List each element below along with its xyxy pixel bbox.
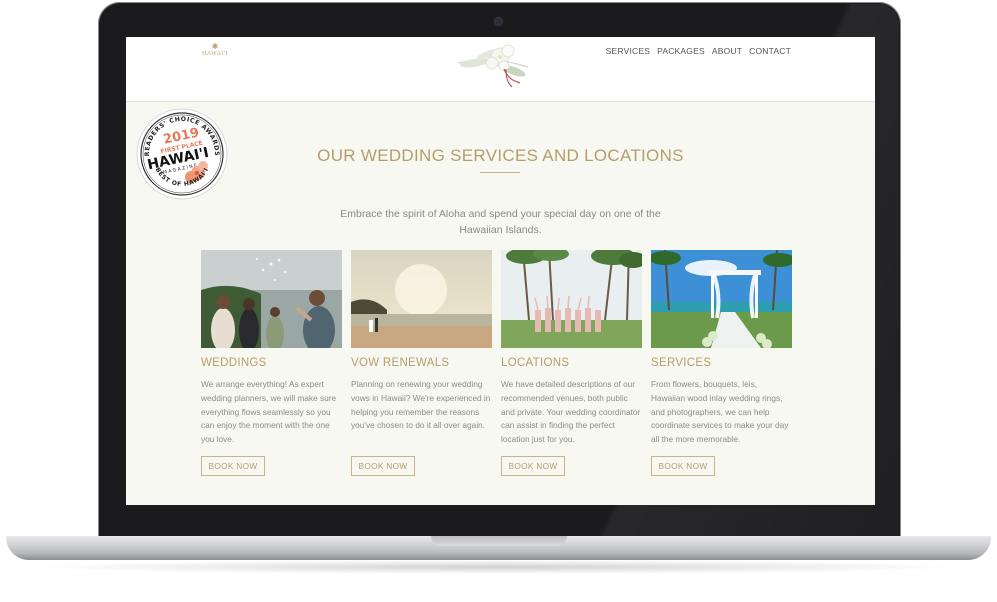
nav-services-link[interactable]: SERVICES: [606, 46, 650, 56]
card-locations: LOCATIONS We have detailed descriptions …: [501, 250, 642, 476]
book-now-button[interactable]: BOOK NOW: [651, 456, 715, 476]
nav-contact-link[interactable]: CONTACT: [749, 46, 791, 56]
locations-photo[interactable]: [501, 250, 642, 348]
intro-text: Embrace the spirit of Aloha and spend yo…: [340, 207, 661, 236]
card-title: VOW RENEWALS: [351, 357, 450, 369]
card-vow-renewals: VOW RENEWALS Planning on renewing your w…: [351, 250, 492, 476]
weddings-photo[interactable]: [201, 250, 342, 348]
card-services: SERVICES From flowers, bouquets, leis, H…: [651, 250, 792, 476]
webcam-icon: [495, 18, 502, 25]
laptop-screen: ✱ HAWAI'I SERVICES PACKAGES ABOUT CONTAC…: [126, 37, 875, 505]
title-divider: [480, 172, 520, 173]
page-title: OUR WEDDING SERVICES AND LOCATIONS: [317, 146, 684, 166]
floral-ornament-icon: [457, 44, 529, 88]
site-header: ✱ HAWAI'I SERVICES PACKAGES ABOUT CONTAC…: [126, 37, 875, 102]
site-logo[interactable]: ✱ HAWAI'I: [200, 42, 230, 58]
book-now-button[interactable]: BOOK NOW: [501, 456, 565, 476]
nav-packages-link[interactable]: PACKAGES: [657, 46, 705, 56]
card-title: LOCATIONS: [501, 357, 570, 369]
card-description: From flowers, bouquets, leis, Hawaiian w…: [651, 379, 789, 445]
logo-mark-icon: ✱: [211, 42, 219, 51]
services-photo[interactable]: [651, 250, 792, 348]
card-title: SERVICES: [651, 357, 712, 369]
nav-about-link[interactable]: ABOUT: [712, 46, 742, 56]
card-title: WEDDINGS: [201, 357, 267, 369]
main-nav: SERVICES PACKAGES ABOUT CONTACT: [606, 46, 791, 56]
card-description: Planning on renewing your wedding vows i…: [351, 379, 491, 431]
book-now-button[interactable]: BOOK NOW: [351, 456, 415, 476]
service-cards: WEDDINGS We arrange everything! As exper…: [201, 250, 792, 476]
card-description: We arrange everything! As expert wedding…: [201, 379, 337, 445]
book-now-button[interactable]: BOOK NOW: [201, 456, 265, 476]
laptop-shadow: [30, 560, 967, 574]
laptop-base-notch: [431, 536, 567, 546]
logo-text: HAWAI'I: [201, 51, 229, 57]
vow-renewals-photo[interactable]: [351, 250, 492, 348]
card-weddings: WEDDINGS We arrange everything! As exper…: [201, 250, 342, 476]
card-description: We have detailed descriptions of our rec…: [501, 379, 641, 445]
